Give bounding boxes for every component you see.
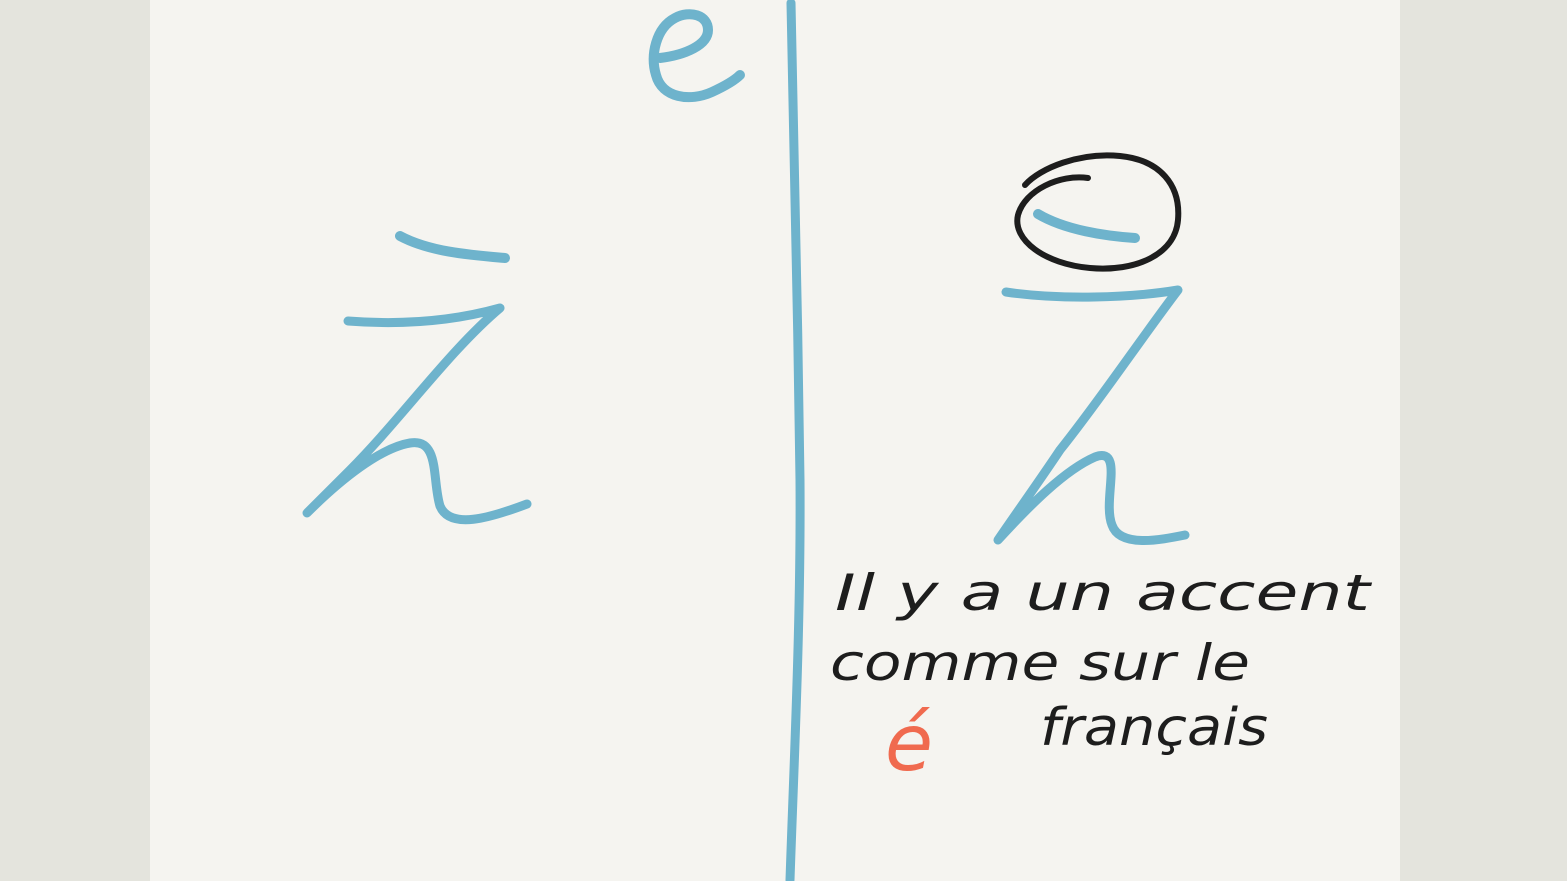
left-glyph-stroke — [302, 303, 532, 525]
divider-line — [785, 0, 805, 881]
letter-e-stroke — [648, 9, 745, 103]
right-glyph-stroke — [993, 285, 1190, 545]
canvas-page: Il y a un accent comme sur le français é — [0, 0, 1567, 881]
right-macron-stroke — [1033, 209, 1140, 243]
note-line-2: comme sur le — [830, 634, 1250, 692]
note-line-3-word: français — [1040, 698, 1268, 758]
left-macron-stroke — [395, 231, 510, 263]
handwriting-drawing: Il y a un accent comme sur le français é — [302, 0, 1373, 881]
note-line-1: Il y a un accent — [835, 564, 1373, 622]
note-accent-letter: é — [885, 699, 933, 789]
